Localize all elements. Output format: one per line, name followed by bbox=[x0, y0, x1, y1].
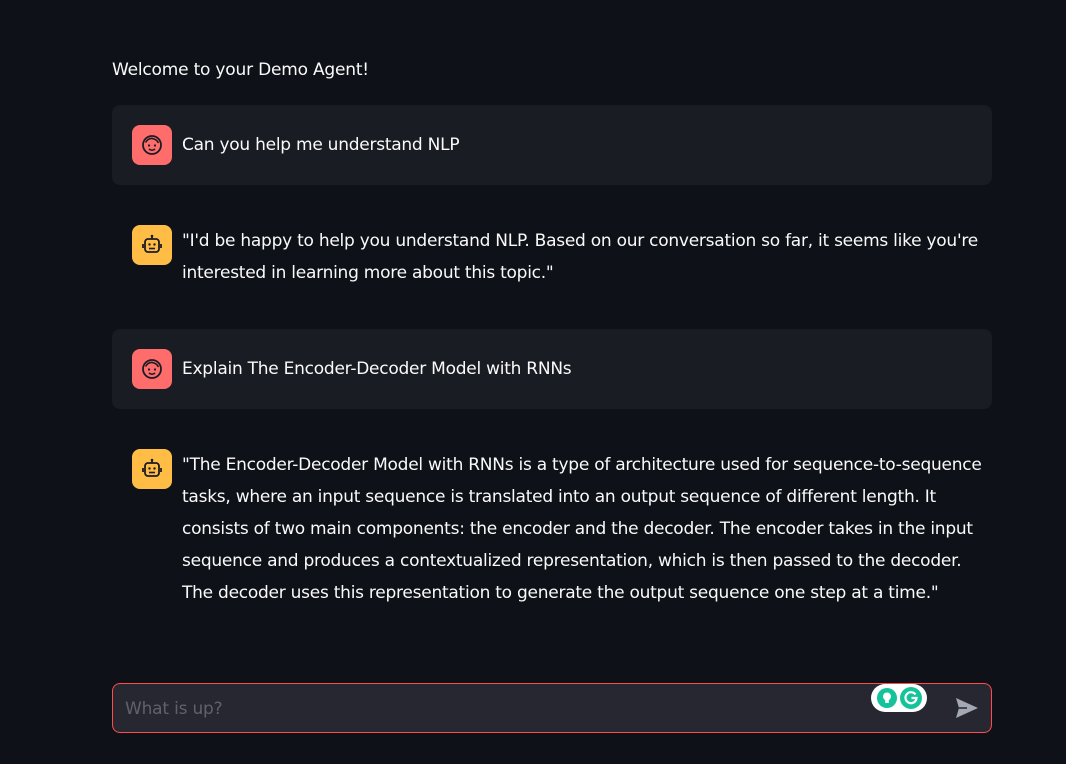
chat-input[interactable] bbox=[123, 684, 867, 734]
chat-message-assistant: "The Encoder-Decoder Model with RNNs is … bbox=[112, 429, 992, 625]
welcome-heading: Welcome to your Demo Agent! bbox=[112, 60, 369, 80]
send-button[interactable] bbox=[953, 695, 981, 721]
user-face-icon bbox=[132, 349, 172, 389]
chat-message-user: Can you help me understand NLP bbox=[112, 105, 992, 185]
message-text: "The Encoder-Decoder Model with RNNs is … bbox=[182, 455, 982, 603]
chat-message-assistant: "I'd be happy to help you understand NLP… bbox=[112, 205, 992, 305]
user-face-icon bbox=[132, 125, 172, 165]
robot-icon bbox=[132, 225, 172, 265]
message-text: Can you help me understand NLP bbox=[182, 135, 460, 155]
chat-app: Welcome to your Demo Agent! Can you help… bbox=[0, 0, 1066, 764]
grammarly-icon bbox=[900, 687, 922, 709]
lightbulb-icon bbox=[877, 688, 897, 708]
chat-input-container bbox=[112, 683, 992, 734]
message-text: Explain The Encoder-Decoder Model with R… bbox=[182, 359, 572, 379]
message-text: "I'd be happy to help you understand NLP… bbox=[182, 231, 978, 283]
chat-message-user: Explain The Encoder-Decoder Model with R… bbox=[112, 329, 992, 409]
send-arrow-icon bbox=[956, 698, 978, 718]
grammarly-widget[interactable] bbox=[871, 684, 927, 712]
robot-icon bbox=[132, 449, 172, 489]
